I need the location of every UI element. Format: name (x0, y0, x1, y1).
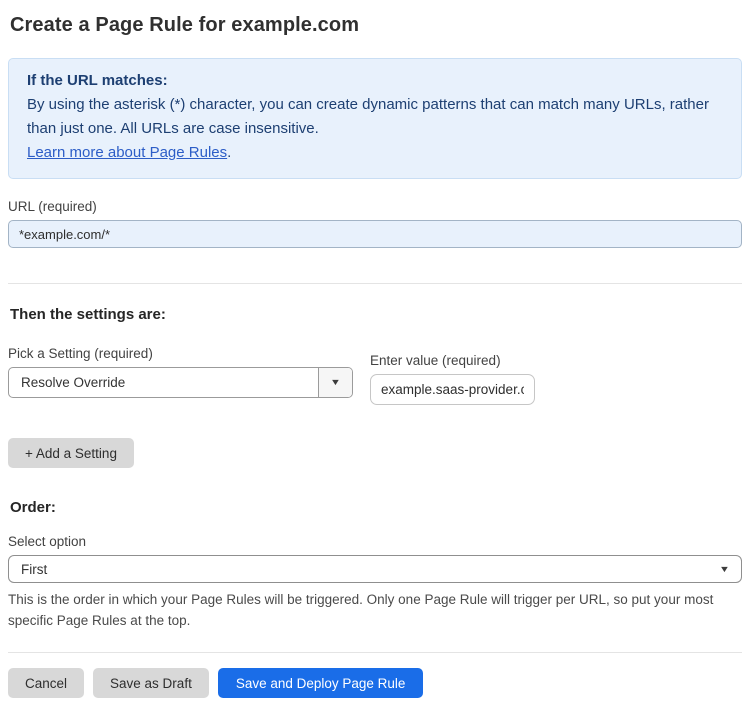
order-select[interactable]: First ▼ (8, 555, 742, 583)
add-setting-button[interactable]: + Add a Setting (8, 438, 134, 468)
setting-value-input[interactable] (370, 374, 535, 405)
setting-select-value: Resolve Override (21, 375, 126, 390)
create-page-rule-panel: Create a Page Rule for example.com If th… (0, 0, 750, 714)
settings-row: Pick a Setting (required) Resolve Overri… (8, 346, 742, 405)
setting-picker-label: Pick a Setting (required) (8, 346, 153, 361)
section-divider (8, 283, 742, 284)
setting-value-label: Enter value (required) (370, 353, 501, 368)
url-match-info-box: If the URL matches: By using the asteris… (8, 58, 742, 179)
save-as-draft-button[interactable]: Save as Draft (93, 668, 209, 698)
setting-select-arrow-segment: ▼ (318, 368, 352, 397)
order-select-value: First (21, 561, 48, 577)
url-input[interactable] (8, 220, 742, 248)
info-box-link-line: Learn more about Page Rules. (27, 141, 723, 165)
info-box-body: By using the asterisk (*) character, you… (27, 96, 709, 137)
order-help-text: This is the order in which your Page Rul… (8, 592, 714, 628)
order-heading: Order: (10, 499, 56, 516)
chevron-down-icon: ▼ (329, 377, 342, 387)
setting-value-column: Enter value (required) (370, 353, 535, 405)
link-period: . (227, 144, 232, 161)
save-and-deploy-button[interactable]: Save and Deploy Page Rule (217, 668, 424, 698)
page-title: Create a Page Rule for example.com (10, 14, 360, 36)
learn-more-page-rules-link[interactable]: Learn more about Page Rules (27, 144, 227, 161)
settings-section-heading: Then the settings are: (10, 306, 166, 323)
order-section: Order: Select option First ▼ This is the… (8, 499, 742, 631)
setting-select[interactable]: Resolve Override ▼ (8, 367, 353, 398)
chevron-down-icon: ▼ (718, 563, 731, 574)
info-box-heading: If the URL matches: (27, 72, 168, 89)
footer-actions: Cancel Save as Draft Save and Deploy Pag… (8, 668, 742, 698)
footer-divider (8, 652, 742, 653)
order-select-label: Select option (8, 534, 87, 549)
cancel-button[interactable]: Cancel (8, 668, 85, 698)
url-field-label: URL (required) (8, 199, 97, 214)
setting-picker-column: Pick a Setting (required) Resolve Overri… (8, 346, 353, 405)
